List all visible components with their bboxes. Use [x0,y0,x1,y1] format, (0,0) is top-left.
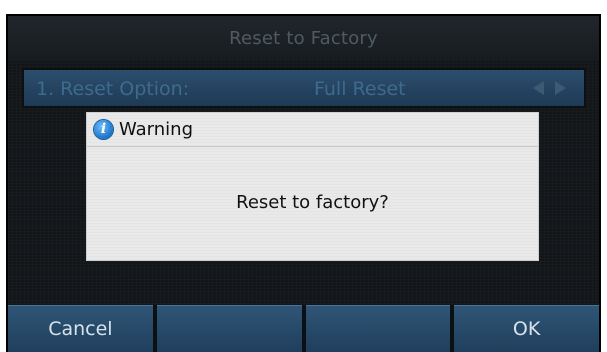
softkey-bar: Cancel OK [8,305,599,352]
info-icon: i [94,120,113,139]
softkey-3[interactable] [305,305,451,352]
reset-option-row[interactable]: 1. Reset Option: Full Reset [22,68,586,108]
screen-title: Reset to Factory [8,16,599,60]
reset-option-value: Full Reset [314,78,406,100]
dialog-header: i Warning [87,113,538,147]
triangle-left-icon[interactable] [533,81,544,95]
reset-option-label: 1. Reset Option: [36,78,190,100]
softkey-2[interactable] [156,305,302,352]
cancel-button[interactable]: Cancel [8,305,153,352]
triangle-right-icon[interactable] [555,81,566,95]
dialog-message: Reset to factory? [236,192,389,213]
phone-screen: Reset to Factory 1. Reset Option: Full R… [6,14,601,352]
ok-button[interactable]: OK [454,305,599,352]
warning-dialog: i Warning Reset to factory? [86,112,539,261]
dialog-title: Warning [119,119,194,140]
